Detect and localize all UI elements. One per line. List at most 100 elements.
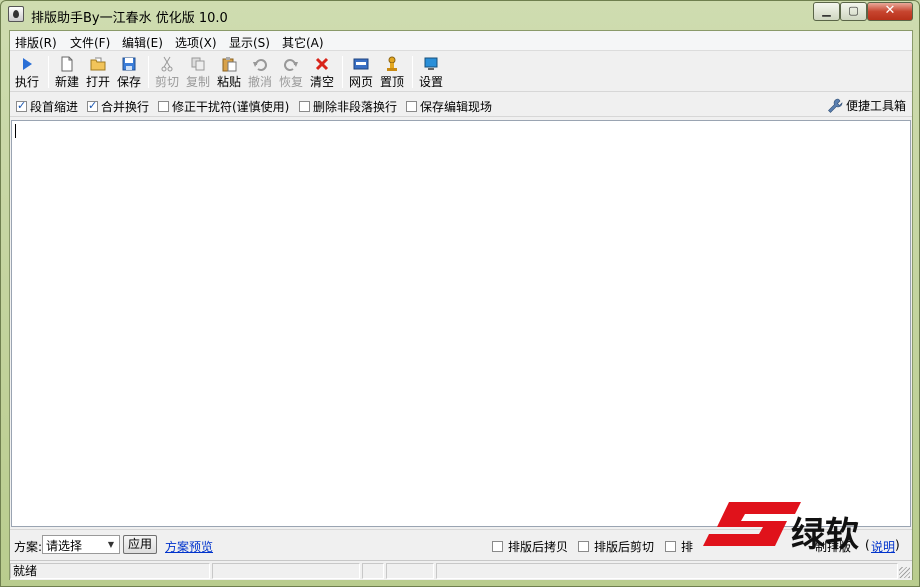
resize-grip[interactable] bbox=[899, 567, 910, 578]
status-bar: 就绪 bbox=[10, 560, 912, 580]
paste-button[interactable]: 粘贴 bbox=[214, 54, 244, 90]
save-session-checkbox[interactable]: 保存编辑现场 bbox=[406, 98, 492, 115]
cut-after-format-label: 排版后剪切 bbox=[594, 540, 655, 554]
execute-label: 执行 bbox=[14, 75, 39, 89]
redo-label: 恢复 bbox=[278, 75, 303, 89]
status-panel bbox=[362, 563, 384, 579]
open-folder-icon bbox=[90, 57, 106, 71]
menu-file[interactable]: 文件(F) bbox=[70, 34, 110, 51]
status-text: 就绪 bbox=[13, 564, 38, 578]
indent-checkbox[interactable]: 段首缩进 bbox=[16, 98, 78, 115]
pin-icon bbox=[387, 56, 397, 71]
save-disk-icon bbox=[122, 57, 136, 71]
open-button[interactable]: 打开 bbox=[83, 54, 113, 90]
checkbox-box[interactable] bbox=[492, 541, 503, 552]
fix-noise-label: 修正干扰符(谨慎使用) bbox=[172, 100, 290, 114]
copy-icon bbox=[191, 57, 205, 71]
pin-top-button[interactable]: 置顶 bbox=[377, 54, 407, 90]
toolbar-separator bbox=[342, 56, 343, 88]
remove-breaks-checkbox[interactable]: 删除非段落换行 bbox=[299, 98, 397, 115]
execute-button[interactable]: 执行 bbox=[12, 54, 42, 90]
clear-label: 清空 bbox=[309, 75, 334, 89]
app-window: 排版助手By一江春水 优化版 10.0 ▁ ▢ ✕ 排版(R) 文件(F) 编辑… bbox=[0, 0, 920, 587]
remove-breaks-label: 删除非段落换行 bbox=[313, 100, 398, 114]
apply-button[interactable]: 应用 bbox=[123, 535, 157, 554]
fix-noise-checkbox[interactable]: 修正干扰符(谨慎使用) bbox=[158, 98, 289, 115]
toolbox-button[interactable]: 便捷工具箱 bbox=[827, 97, 906, 114]
webpage-label: 网页 bbox=[348, 75, 373, 89]
scheme-select-value: 请选择 bbox=[46, 539, 83, 553]
toolbar: 执行 新建 打开 保存 剪切 复制 粘贴 撤消 恢复 清空 网页 置顶 设置 bbox=[10, 52, 912, 92]
checkbox-box[interactable] bbox=[87, 99, 98, 112]
checkbox-box[interactable] bbox=[406, 101, 417, 112]
menu-edit[interactable]: 编辑(E) bbox=[122, 34, 163, 51]
copy-after-format-checkbox[interactable]: 排版后拷贝 bbox=[492, 538, 568, 555]
html-icon bbox=[353, 58, 369, 70]
new-document-icon bbox=[61, 56, 73, 72]
maximize-button[interactable]: ▢ bbox=[840, 2, 867, 21]
clear-button[interactable]: 清空 bbox=[307, 54, 337, 90]
settings-button[interactable]: 设置 bbox=[416, 54, 446, 90]
watermark-logo: 绿软 bbox=[703, 502, 859, 554]
watermark-text: 绿软 bbox=[791, 515, 859, 554]
new-button[interactable]: 新建 bbox=[52, 54, 82, 90]
status-panel bbox=[436, 563, 898, 579]
scheme-label: 方案: bbox=[14, 540, 43, 554]
checkbox-box[interactable] bbox=[16, 99, 27, 112]
menu-bar: 排版(R) 文件(F) 编辑(E) 选项(X) 显示(S) 其它(A) bbox=[10, 31, 912, 51]
menu-format[interactable]: 排版(R) bbox=[15, 34, 57, 51]
toolbar-separator bbox=[48, 56, 49, 88]
window-title: 排版助手By一江春水 优化版 10.0 bbox=[31, 11, 228, 26]
status-panel-main: 就绪 bbox=[10, 563, 210, 579]
app-ink-drop-icon bbox=[8, 6, 24, 22]
save-label: 保存 bbox=[116, 75, 141, 89]
save-button[interactable]: 保存 bbox=[114, 54, 144, 90]
scheme-select[interactable]: 请选择 ▼ bbox=[42, 535, 120, 554]
play-icon bbox=[23, 58, 32, 70]
save-session-label: 保存编辑现场 bbox=[420, 100, 493, 114]
toolbox-label: 便捷工具箱 bbox=[845, 99, 906, 113]
status-panel bbox=[386, 563, 434, 579]
menu-options[interactable]: 选项(X) bbox=[175, 34, 217, 51]
new-label: 新建 bbox=[54, 75, 79, 89]
toolbar-separator bbox=[148, 56, 149, 88]
checkbox-box[interactable] bbox=[158, 101, 169, 112]
title-bar[interactable]: 排版助手By一江春水 优化版 10.0 ▁ ▢ ✕ bbox=[1, 1, 919, 29]
undo-button[interactable]: 撤消 bbox=[245, 54, 275, 90]
merge-lines-checkbox[interactable]: 合并换行 bbox=[87, 98, 149, 115]
indent-label: 段首缩进 bbox=[30, 100, 79, 114]
cut-button[interactable]: 剪切 bbox=[152, 54, 182, 90]
settings-monitor-icon bbox=[424, 57, 438, 70]
minimize-button[interactable]: ▁ bbox=[813, 2, 840, 21]
format-checkbox[interactable]: 排 bbox=[665, 538, 693, 555]
redo-button[interactable]: 恢复 bbox=[276, 54, 306, 90]
text-caret bbox=[15, 124, 16, 138]
settings-label: 设置 bbox=[418, 75, 443, 89]
cut-label: 剪切 bbox=[154, 75, 179, 89]
undo-icon bbox=[253, 59, 267, 71]
redo-icon bbox=[284, 59, 298, 71]
paste-icon bbox=[222, 57, 237, 72]
text-editor[interactable] bbox=[11, 120, 911, 527]
scheme-preview-link[interactable]: 方案预览 bbox=[165, 538, 213, 555]
wrench-icon bbox=[828, 98, 843, 113]
paste-label: 粘贴 bbox=[216, 75, 241, 89]
copy-label: 复制 bbox=[185, 75, 210, 89]
undo-label: 撤消 bbox=[247, 75, 272, 89]
scissors-icon bbox=[161, 56, 173, 72]
menu-other[interactable]: 其它(A) bbox=[282, 34, 324, 51]
status-panel bbox=[212, 563, 360, 579]
chevron-down-icon[interactable]: ▼ bbox=[103, 536, 119, 553]
checkbox-box[interactable] bbox=[578, 541, 589, 552]
cut-after-format-checkbox[interactable]: 排版后剪切 bbox=[578, 538, 654, 555]
pin-top-label: 置顶 bbox=[379, 75, 404, 89]
format-label: 排 bbox=[681, 540, 694, 554]
copy-button[interactable]: 复制 bbox=[183, 54, 213, 90]
menu-display[interactable]: 显示(S) bbox=[229, 34, 270, 51]
options-bar: 段首缩进 合并换行 修正干扰符(谨慎使用) 删除非段落换行 保存编辑现场 便捷工… bbox=[10, 93, 912, 117]
toolbar-separator bbox=[412, 56, 413, 88]
webpage-button[interactable]: 网页 bbox=[346, 54, 376, 90]
checkbox-box[interactable] bbox=[299, 101, 310, 112]
checkbox-box[interactable] bbox=[665, 541, 676, 552]
close-button[interactable]: ✕ bbox=[867, 2, 913, 21]
